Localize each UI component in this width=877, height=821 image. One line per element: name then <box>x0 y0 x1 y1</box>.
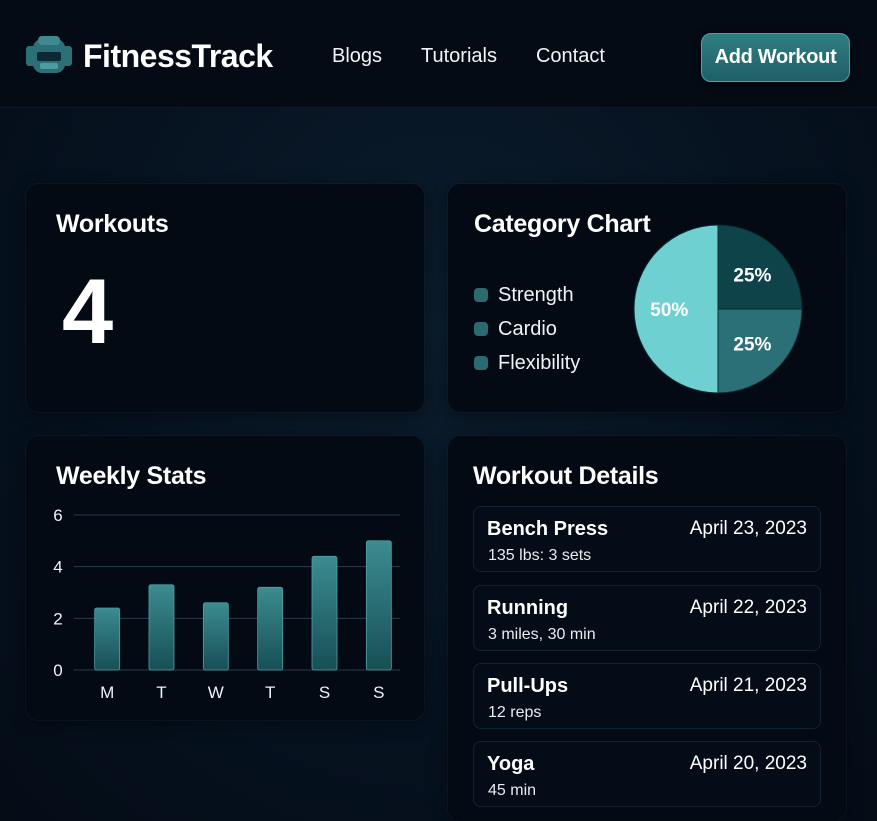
x-tick-label: S <box>319 683 330 702</box>
legend-label: Flexibility <box>498 351 581 374</box>
workout-name: Yoga <box>487 753 535 775</box>
weekly-card-title: Weekly Stats <box>56 462 207 490</box>
navbar: FitnessTrack Blogs Tutorials Contact Add… <box>0 0 877 108</box>
workout-item[interactable]: Yoga April 20, 2023 45 min <box>473 741 821 807</box>
category-card-title: Category Chart <box>474 210 651 238</box>
legend-label: Cardio <box>498 317 557 340</box>
workout-date: April 20, 2023 <box>689 753 807 774</box>
dumbbell-headset-icon <box>26 36 72 73</box>
bar <box>148 584 175 671</box>
category-pie-chart: 50% 25% 25% <box>633 224 803 394</box>
nav-links: Blogs Tutorials Contact <box>332 45 644 68</box>
x-tick-label: W <box>208 683 224 702</box>
legend-item-flexibility: Flexibility <box>474 346 580 380</box>
workout-detail: 3 miles, 30 min <box>488 626 596 643</box>
x-tick-label: T <box>156 683 166 702</box>
workout-item[interactable]: Running April 22, 2023 3 miles, 30 min <box>473 585 821 651</box>
legend-item-strength: Strength <box>474 278 580 312</box>
legend-label: Strength <box>498 283 574 306</box>
workout-date: April 23, 2023 <box>689 518 807 539</box>
pie-slice-label: 50% <box>650 300 688 321</box>
workouts-card: Workouts 4 <box>26 184 424 412</box>
workout-detail: 135 lbs: 3 sets <box>488 547 592 564</box>
workout-details-card: Workout Details Bench Press April 23, 20… <box>448 436 846 821</box>
details-card-title: Workout Details <box>473 462 659 490</box>
add-workout-button[interactable]: Add Workout <box>701 33 850 82</box>
y-tick-label: 6 <box>53 506 62 525</box>
legend-swatch <box>474 356 488 370</box>
workout-detail: 12 reps <box>488 704 542 721</box>
y-tick-label: 4 <box>53 558 62 577</box>
x-tick-label: T <box>265 683 275 702</box>
nav-link-contact[interactable]: Contact <box>536 45 605 68</box>
workout-detail: 45 min <box>488 782 537 799</box>
weekly-stats-card: Weekly Stats 0 2 4 6 M T W T S S <box>26 436 424 720</box>
weekly-bar-chart: 0 2 4 6 M T W T S S <box>53 506 400 702</box>
workouts-card-title: Workouts <box>56 210 169 238</box>
bar <box>257 586 284 671</box>
bar <box>365 540 392 671</box>
nav-link-tutorials[interactable]: Tutorials <box>421 45 497 68</box>
x-tick-label: S <box>373 683 384 702</box>
legend-swatch <box>474 288 488 302</box>
workout-count: 4 <box>62 261 114 363</box>
brand-name: FitnessTrack <box>83 37 273 74</box>
workout-name: Bench Press <box>487 518 609 540</box>
nav-link-blogs[interactable]: Blogs <box>332 45 382 68</box>
category-legend: Strength Cardio Flexibility <box>474 278 580 380</box>
category-chart-card: Category Chart Strength Cardio Flexibili… <box>448 184 846 412</box>
workout-name: Pull-Ups <box>487 675 569 697</box>
y-tick-label: 0 <box>53 661 62 680</box>
brand[interactable]: FitnessTrack <box>24 33 273 79</box>
x-tick-label: M <box>100 683 114 702</box>
bar <box>94 607 121 671</box>
workout-date: April 22, 2023 <box>689 597 807 618</box>
legend-item-cardio: Cardio <box>474 312 580 346</box>
bar <box>202 602 229 671</box>
workout-item[interactable]: Pull-Ups April 21, 2023 12 reps <box>473 663 821 729</box>
workout-item[interactable]: Bench Press April 23, 2023 135 lbs: 3 se… <box>473 506 821 572</box>
legend-swatch <box>474 322 488 336</box>
y-tick-label: 2 <box>53 609 62 628</box>
pie-slice-label: 25% <box>733 334 771 355</box>
workout-name: Running <box>487 597 569 619</box>
workout-date: April 21, 2023 <box>689 675 807 696</box>
pie-slice-label: 25% <box>733 266 771 287</box>
bar <box>311 555 338 671</box>
